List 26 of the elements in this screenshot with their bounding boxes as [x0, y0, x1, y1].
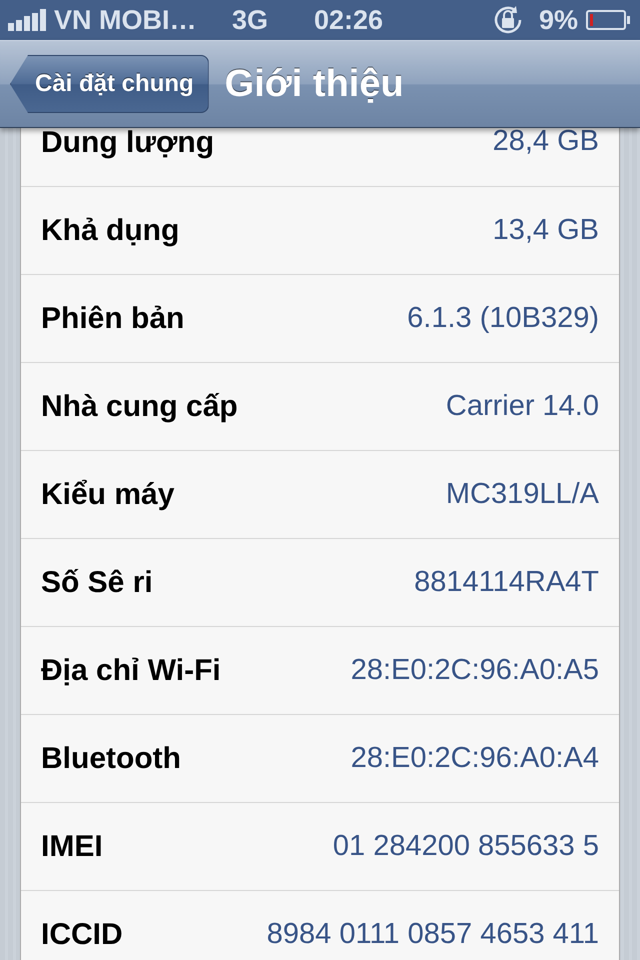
row-label: Số Sê ri [41, 565, 153, 601]
row-value: 13,4 GB [492, 212, 599, 248]
row-value: 8984 0111 0857 4653 411 [266, 916, 599, 952]
row-value: 6.1.3 (10B329) [407, 300, 599, 336]
row-value: 28,4 GB [492, 128, 599, 160]
row-label: Dung lượng [41, 128, 214, 160]
battery-percentage: 9% [538, 4, 578, 37]
row-label: Kiểu máy [41, 477, 174, 513]
row-label: Bluetooth [41, 741, 181, 777]
network-type: 3G [232, 4, 270, 37]
row-label: Địa chỉ Wi-Fi [41, 653, 221, 689]
row-label: Nhà cung cấp [41, 389, 238, 425]
row-value: 01 284200 855633 5 [332, 828, 599, 864]
row-value: 28:E0:2C:96:A0:A4 [350, 740, 599, 776]
row-label: Khả dụng [41, 213, 180, 249]
carrier-name: VN MOBI… [54, 4, 198, 37]
row-value: 28:E0:2C:96:A0:A5 [350, 652, 599, 688]
row-value: 8814114RA4T [414, 564, 599, 600]
page-title: Giới thiệu [224, 62, 404, 106]
row-label: IMEI [41, 829, 103, 865]
row-value: MC319LL/A [446, 476, 599, 512]
row-label: ICCID [41, 917, 123, 953]
row-value: Carrier 14.0 [446, 388, 599, 424]
back-button[interactable]: Cài đặt chung [10, 55, 209, 113]
clock: 02:26 [314, 4, 384, 37]
row-label: Phiên bản [41, 301, 184, 337]
